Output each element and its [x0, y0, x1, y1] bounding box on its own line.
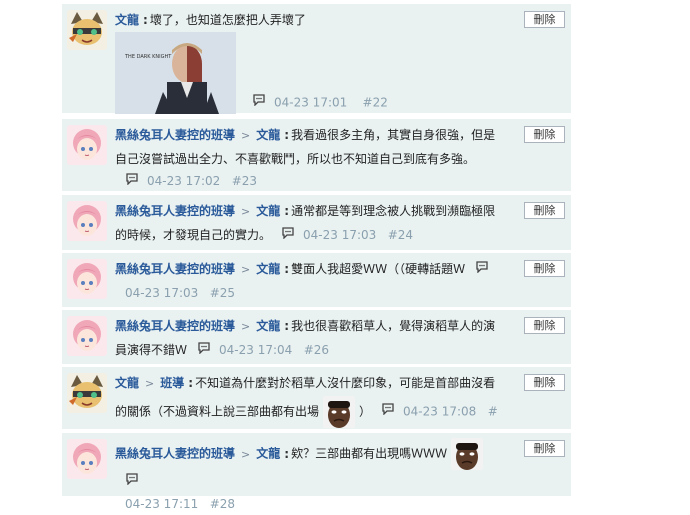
colon: : — [284, 262, 290, 276]
colon: : — [188, 376, 194, 390]
reply-arrow: > — [241, 129, 251, 142]
comment-item: 黑絲兔耳人妻控的班導 > 文龍: 通常都是等到理念被人挑戰到瀕臨極限的時候，才發現自己… — [62, 195, 571, 250]
author-name[interactable]: 黑絲兔耳人妻控的班導 — [115, 447, 235, 461]
reply-target[interactable]: 文龍 — [256, 128, 280, 142]
colon: : — [143, 13, 148, 27]
delete-button[interactable]: 刪除 — [524, 317, 565, 334]
timestamp: 04-23 17:03 — [125, 285, 199, 300]
comment-message: 欸？三部曲都有出現嗎ＷＷＷ — [291, 446, 448, 461]
avatar[interactable] — [67, 201, 107, 241]
timestamp: 04-23 17:04 — [219, 342, 293, 357]
reply-icon[interactable] — [381, 400, 395, 423]
colon: : — [284, 204, 290, 218]
delete-button[interactable]: 刪除 — [524, 374, 565, 391]
avatar[interactable] — [67, 316, 107, 356]
comment-item: 文龍: 壞了，也知道怎麼把人弄壞了 THE DARK KNIGHT 04-23 1… — [62, 4, 571, 114]
reply-arrow: > — [241, 205, 251, 218]
avatar[interactable] — [67, 373, 107, 413]
comment-message: 壞了，也知道怎麼把人弄壞了 — [149, 13, 306, 27]
timestamp: 04-23 17:11 — [125, 496, 199, 511]
author-name[interactable]: 文龍 — [115, 13, 139, 27]
delete-button[interactable]: 刪除 — [524, 126, 565, 143]
author-name[interactable]: 文龍 — [115, 376, 139, 390]
timestamp: 04-23 17:08 — [403, 404, 477, 418]
avatar[interactable] — [67, 439, 107, 479]
reply-arrow: > — [241, 447, 251, 461]
author-name[interactable]: 黑絲兔耳人妻控的班導 — [115, 262, 235, 276]
reply-arrow: > — [145, 377, 155, 390]
comment-item: 黑絲兔耳人妻控的班導 > 文龍: 雙面人我超愛ＷＷ（（硬轉話題Ｗ 04-23 17:03… — [62, 253, 571, 307]
reply-target[interactable]: 文龍 — [256, 262, 280, 276]
floor-number[interactable]: #28 — [210, 497, 235, 511]
delete-button[interactable]: 刪除 — [524, 260, 565, 277]
avatar[interactable] — [67, 10, 107, 50]
timestamp: 04-23 17:03 — [303, 227, 377, 242]
reply-target[interactable]: 文龍 — [256, 447, 280, 461]
avatar[interactable] — [67, 259, 107, 299]
timestamp: 04-23 17:01 — [274, 94, 348, 109]
reaction-face-image — [323, 395, 356, 428]
avatar[interactable] — [67, 125, 107, 165]
floor-number[interactable]: #24 — [388, 228, 413, 242]
reply-arrow: > — [241, 320, 251, 333]
reply-icon[interactable] — [125, 170, 139, 193]
author-name[interactable]: 黑絲兔耳人妻控的班導 — [115, 128, 235, 142]
comment-item: 黑絲兔耳人妻控的班導 > 文龍: 欸？三部曲都有出現嗎ＷＷＷ 04-23 17:11 #… — [62, 433, 571, 511]
reply-target[interactable]: 班導 — [160, 376, 184, 390]
reply-arrow: > — [241, 263, 251, 276]
image-caption: THE DARK KNIGHT — [124, 54, 172, 60]
comment-message-tail: ） — [359, 404, 372, 418]
comment-item: 黑絲兔耳人妻控的班導 > 文龍: 我也很喜歡稻草人，覺得演稻草人的演員演得不錯Ｗ 04-… — [62, 310, 571, 364]
reply-icon[interactable] — [252, 91, 266, 114]
author-name[interactable]: 黑絲兔耳人妻控的班導 — [115, 204, 235, 218]
colon: : — [284, 128, 290, 142]
comment-message: 雙面人我超愛ＷＷ（（硬轉話題Ｗ — [291, 262, 466, 276]
comment-item: 文龍 > 班導: 不知道為什麼對於稻草人沒什麼印象，可能是首部曲沒看的關係（不過資料上… — [62, 367, 571, 446]
reply-target[interactable]: 文龍 — [256, 319, 280, 333]
reply-icon[interactable] — [475, 258, 489, 281]
floor-number[interactable]: #22 — [363, 95, 388, 109]
reaction-face-image — [451, 438, 484, 470]
comment-image[interactable]: THE DARK KNIGHT — [115, 31, 236, 114]
reply-icon[interactable] — [125, 470, 139, 493]
delete-button[interactable]: 刪除 — [524, 202, 565, 219]
delete-button[interactable]: 刪除 — [524, 11, 565, 28]
floor-number[interactable]: #25 — [210, 286, 235, 300]
delete-button[interactable]: 刪除 — [524, 440, 565, 457]
timestamp: 04-23 17:02 — [147, 174, 221, 188]
reply-icon[interactable] — [281, 224, 295, 247]
author-name[interactable]: 黑絲兔耳人妻控的班導 — [115, 319, 235, 333]
floor-number[interactable]: #23 — [232, 174, 257, 188]
floor-number[interactable]: #26 — [304, 343, 329, 357]
colon: : — [284, 446, 290, 461]
reply-target[interactable]: 文龍 — [256, 204, 280, 218]
colon: : — [284, 319, 290, 333]
reply-icon[interactable] — [197, 339, 211, 362]
comment-item: 黑絲兔耳人妻控的班導 > 文龍: 我看過很多主角，其實自身很強，但是自己沒嘗試過出全力… — [62, 119, 571, 191]
